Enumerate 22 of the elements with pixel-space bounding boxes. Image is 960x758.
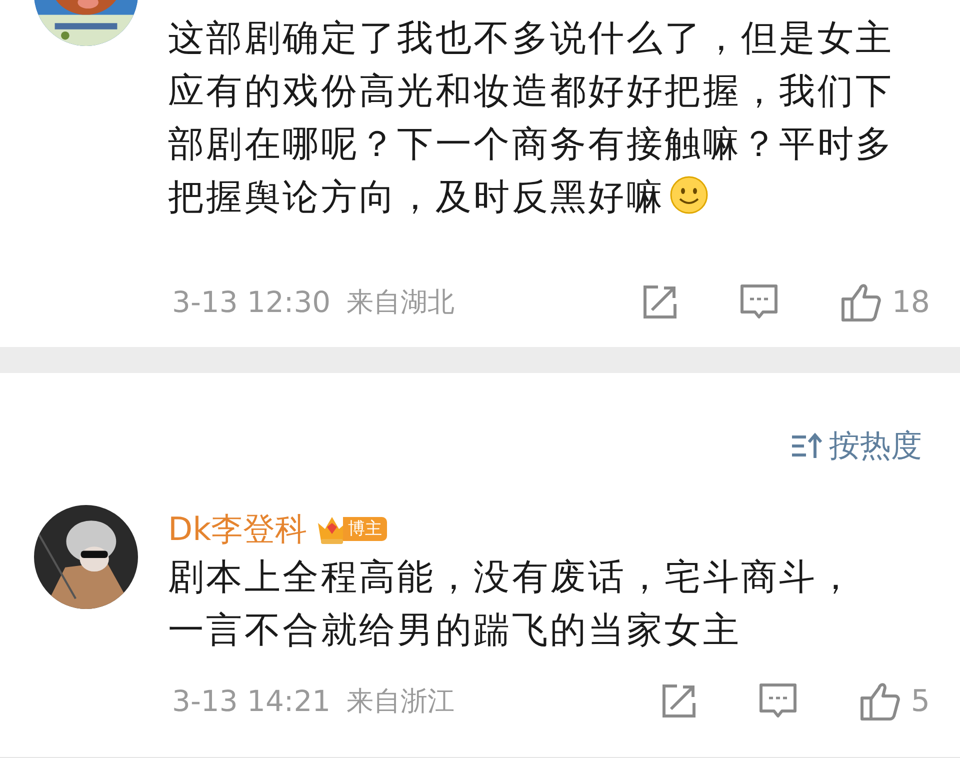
blogger-badge: 博主 [343,517,388,541]
comment-icon [740,283,778,321]
thumbs-up-icon [840,282,882,322]
comment-text: 剧本上全程高能，没有废话，宅斗商斗， 一言不合就给男的踹飞的当家女主 [168,556,857,653]
share-button[interactable] [642,284,678,320]
like-button[interactable]: 18 [840,282,930,322]
sort-icon [791,432,823,460]
comment-text: 这部剧确定了我也不多说什么了，但是女主 应有的戏份高光和妆造都好好把握，我们下 部剧在哪呢？下一个商务有接触嘛？平时多 把握舆论方向，及时反黑好嘛 [168,17,895,220]
comment-time: 3-13 12:30 [172,285,331,319]
share-icon [642,284,678,320]
share-button[interactable] [660,683,697,719]
thumbs-up-icon [858,681,901,721]
like-button[interactable]: 5 [858,681,930,721]
comment-location: 来自浙江 [346,685,455,719]
sort-button[interactable]: 按热度 [791,425,922,467]
comment-location: 来自湖北 [346,286,455,320]
reply-button[interactable] [758,682,797,720]
author-name[interactable]: Dk李登科 [168,509,308,549]
share-icon [660,683,697,719]
reply-button[interactable] [740,283,778,321]
comment-icon [758,682,797,720]
comment-time: 3-13 14:21 [172,684,331,718]
